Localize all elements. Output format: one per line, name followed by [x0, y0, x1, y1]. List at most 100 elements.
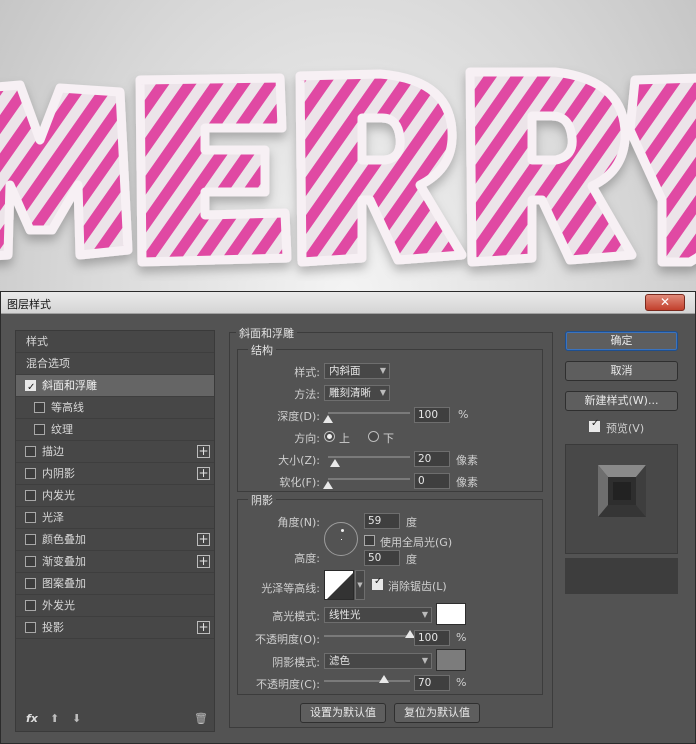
preview-label: 预览(V)	[606, 422, 645, 435]
new-style-button[interactable]: 新建样式(W)...	[565, 391, 678, 411]
list-item-contour[interactable]: 等高线	[16, 397, 214, 419]
size-input[interactable]: 20	[414, 451, 450, 467]
shadow-opacity-unit: %	[456, 676, 467, 689]
cancel-button[interactable]: 取消	[565, 361, 678, 381]
technique-value: 雕刻清晰	[329, 387, 371, 399]
drop-shadow-checkbox[interactable]	[25, 622, 36, 633]
gloss-contour-thumbnail[interactable]	[324, 570, 354, 600]
add-inner-shadow-plus-icon[interactable]: +	[197, 467, 210, 480]
soften-unit: 像素	[456, 476, 478, 489]
list-item-label: 图案叠加	[42, 577, 86, 590]
direction-down-label: 下	[383, 432, 394, 445]
angle-dial[interactable]	[324, 522, 358, 556]
list-item-label: 混合选项	[26, 357, 70, 370]
shadow-opacity-slider-track[interactable]	[324, 680, 410, 682]
direction-up-radio[interactable]	[324, 431, 335, 442]
list-item-inner-shadow[interactable]: 内阴影 +	[16, 463, 214, 485]
shadow-opacity-input[interactable]: 70	[414, 675, 450, 691]
highlight-mode-label: 高光模式:	[272, 610, 320, 623]
preview-strip	[565, 558, 678, 594]
angle-input[interactable]: 59	[364, 513, 400, 529]
list-item-stroke[interactable]: 描边 +	[16, 441, 214, 463]
soften-input[interactable]: 0	[414, 473, 450, 489]
dialog-titlebar[interactable]: 图层样式 ✕	[1, 292, 695, 314]
shading-group: 阴影 角度(N): 59 度 使用全局光(G) 高度: 50 度 光泽等高线: …	[237, 492, 543, 695]
list-item-drop-shadow[interactable]: 投影 +	[16, 617, 214, 639]
direction-down-radio[interactable]	[368, 431, 379, 442]
inner-glow-checkbox[interactable]	[25, 490, 36, 501]
depth-slider-thumb[interactable]	[323, 415, 333, 423]
list-item-inner-glow[interactable]: 内发光	[16, 485, 214, 507]
shadow-opacity-label: 不透明度(C):	[256, 678, 320, 691]
trash-icon[interactable]: 🗑	[194, 712, 208, 725]
fx-icon[interactable]: fx	[26, 712, 38, 725]
structure-title: 结构	[248, 342, 276, 358]
structure-group: 结构 样式: 内斜面 ▼ 方法: 雕刻清晰 ▼ 深度(D): 100 % 方向:…	[237, 342, 543, 492]
size-slider-thumb[interactable]	[329, 459, 340, 467]
style-label: 样式:	[294, 366, 320, 379]
highlight-opacity-slider-track[interactable]	[324, 635, 410, 637]
shading-title: 阴影	[248, 492, 276, 508]
highlight-color-swatch[interactable]	[436, 603, 466, 625]
bevel-style-select[interactable]: 内斜面 ▼	[324, 363, 390, 379]
pattern-overlay-checkbox[interactable]	[25, 578, 36, 589]
inner-shadow-checkbox[interactable]	[25, 468, 36, 479]
depth-slider-track[interactable]	[328, 412, 410, 414]
list-item-label: 等高线	[51, 401, 84, 414]
chevron-down-icon: ▼	[379, 388, 386, 397]
list-item-gradient-overlay[interactable]: 渐变叠加 +	[16, 551, 214, 573]
soften-slider-track[interactable]	[328, 478, 410, 480]
list-item-color-overlay[interactable]: 颜色叠加 +	[16, 529, 214, 551]
shadow-color-swatch[interactable]	[436, 649, 466, 671]
depth-input[interactable]: 100	[414, 407, 450, 423]
highlight-opacity-label: 不透明度(O):	[255, 633, 320, 646]
angle-label: 角度(N):	[277, 516, 320, 529]
altitude-input[interactable]: 50	[364, 550, 400, 566]
bevel-emboss-checkbox[interactable]	[25, 377, 36, 398]
satin-checkbox[interactable]	[25, 512, 36, 523]
list-item-bevel-emboss[interactable]: 斜面和浮雕	[16, 375, 214, 398]
stroke-checkbox[interactable]	[25, 446, 36, 457]
add-gradient-overlay-plus-icon[interactable]: +	[197, 555, 210, 568]
size-slider-track[interactable]	[328, 456, 410, 458]
gloss-contour-dropdown[interactable]: ▼	[355, 570, 365, 600]
list-item-satin[interactable]: 光泽	[16, 507, 214, 529]
shadow-mode-label: 阴影模式:	[272, 656, 320, 669]
antialias-checkbox[interactable]	[372, 576, 383, 590]
global-light-checkbox[interactable]	[364, 535, 375, 546]
list-item-blending-options[interactable]: 混合选项	[16, 353, 214, 375]
reset-default-button[interactable]: 复位为默认值	[394, 703, 480, 723]
list-item-texture[interactable]: 纹理	[16, 419, 214, 441]
close-button[interactable]: ✕	[645, 294, 685, 311]
shadow-opacity-slider-thumb[interactable]	[379, 675, 390, 683]
move-down-icon[interactable]: ⬇	[72, 712, 81, 725]
soften-slider-thumb[interactable]	[323, 481, 333, 489]
direction-up-label: 上	[339, 432, 350, 445]
list-item-outer-glow[interactable]: 外发光	[16, 595, 214, 617]
list-item-pattern-overlay[interactable]: 图案叠加	[16, 573, 214, 595]
contour-checkbox[interactable]	[34, 402, 45, 413]
outer-glow-checkbox[interactable]	[25, 600, 36, 611]
add-drop-shadow-plus-icon[interactable]: +	[197, 621, 210, 634]
technique-select[interactable]: 雕刻清晰 ▼	[324, 385, 390, 401]
add-stroke-plus-icon[interactable]: +	[197, 445, 210, 458]
highlight-mode-select[interactable]: 线性光 ▼	[324, 607, 432, 623]
set-default-button[interactable]: 设置为默认值	[300, 703, 386, 723]
list-item-styles[interactable]: 样式	[16, 331, 214, 353]
altitude-unit: 度	[406, 553, 417, 566]
highlight-opacity-input[interactable]: 100	[414, 630, 450, 646]
move-up-icon[interactable]: ⬆	[50, 712, 59, 725]
antialias-label: 消除锯齿(L)	[388, 580, 447, 593]
gradient-overlay-checkbox[interactable]	[25, 556, 36, 567]
dialog-title: 图层样式	[7, 298, 51, 311]
color-overlay-checkbox[interactable]	[25, 534, 36, 545]
chevron-down-icon: ▼	[379, 366, 386, 375]
add-color-overlay-plus-icon[interactable]: +	[197, 533, 210, 546]
shadow-mode-select[interactable]: 滤色 ▼	[324, 653, 432, 669]
texture-checkbox[interactable]	[34, 424, 45, 435]
bevel-emboss-panel: 斜面和浮雕 结构 样式: 内斜面 ▼ 方法: 雕刻清晰 ▼ 深度(D): 100…	[229, 325, 553, 728]
ok-button[interactable]: 确定	[565, 331, 678, 351]
highlight-opacity-unit: %	[456, 631, 467, 644]
size-unit: 像素	[456, 454, 478, 467]
preview-checkbox[interactable]	[589, 418, 600, 432]
